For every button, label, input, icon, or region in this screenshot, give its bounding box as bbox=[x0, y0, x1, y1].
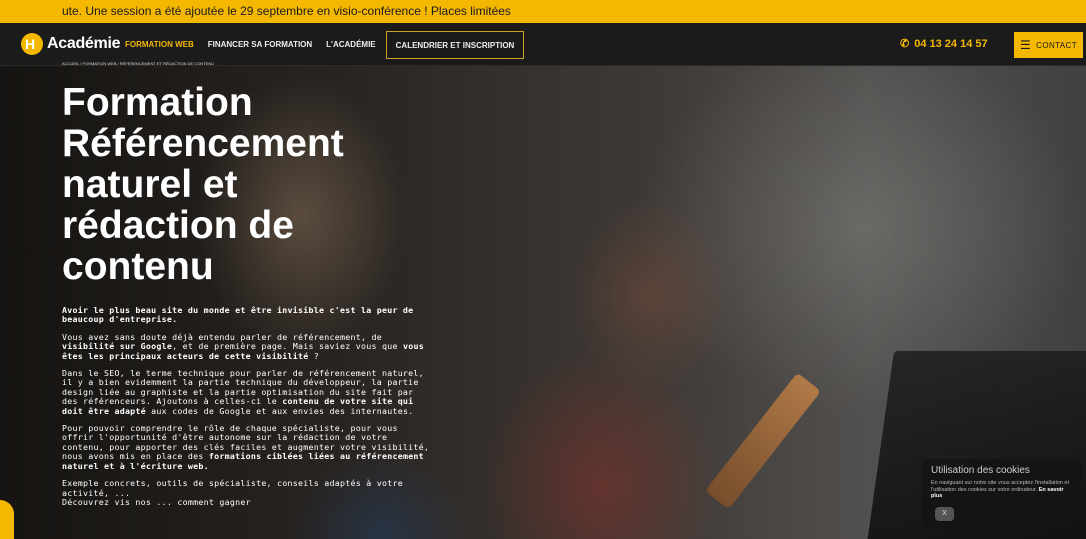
intro-paragraph-3: Dans le SEO, le terme technique pour par… bbox=[62, 368, 424, 416]
intro-paragraph-6: Découvrez vis nos ... comment gagner bbox=[62, 496, 251, 507]
hamburger-icon: ☰ bbox=[1019, 38, 1032, 52]
cookie-banner: Utilisation des cookies En naviguant sur… bbox=[922, 459, 1082, 529]
cookie-text: En naviguant sur notre site vous accepte… bbox=[931, 480, 1070, 499]
logo-text: Académie bbox=[47, 35, 121, 52]
breadcrumb[interactable]: ACCUEIL / FORMATION WEB / RÉFÉRENCEMENT … bbox=[62, 61, 214, 66]
intro-paragraph-4: Pour pouvoir comprendre le rôle de chaqu… bbox=[62, 423, 430, 471]
decorative-corner bbox=[0, 500, 14, 539]
menu-item-formation-web[interactable]: FORMATION WEB bbox=[118, 31, 201, 59]
phone-link[interactable]: ✆ 04 13 24 14 57 bbox=[900, 37, 988, 51]
intro-paragraph-1: Avoir le plus beau site du monde et être… bbox=[62, 305, 414, 325]
intro-text: Avoir le plus beau site du monde et être… bbox=[62, 305, 434, 515]
cookie-title: Utilisation des cookies bbox=[931, 465, 1030, 476]
main-navbar: H Académie FORMATION WEB FINANCER SA FOR… bbox=[0, 23, 1086, 66]
menu-item-academie[interactable]: L'ACADÉMIE bbox=[319, 31, 382, 59]
logo-icon: H bbox=[21, 33, 43, 55]
intro-paragraph-5: Exemple concrets, outils de spécialiste,… bbox=[62, 478, 403, 498]
contact-label: CONTACT bbox=[1036, 40, 1078, 50]
page-title: Formation Référencement naturel et rédac… bbox=[62, 81, 344, 288]
main-menu: FORMATION WEB FINANCER SA FORMATION L'AC… bbox=[118, 23, 525, 66]
menu-item-financer[interactable]: FINANCER SA FORMATION bbox=[201, 31, 319, 59]
cookie-close-button[interactable]: X bbox=[935, 507, 954, 521]
logo[interactable]: H Académie bbox=[21, 33, 121, 55]
contact-button[interactable]: ☰ CONTACT bbox=[1014, 32, 1083, 58]
menu-item-calendrier[interactable]: CALENDRIER ET INSCRIPTION bbox=[385, 30, 525, 59]
phone-number: 04 13 24 14 57 bbox=[914, 37, 988, 50]
intro-paragraph-2: Vous avez sans doute déjà entendu parler… bbox=[62, 331, 424, 361]
phone-icon: ✆ bbox=[900, 38, 910, 50]
announcement-ticker[interactable]: ute. Une session a été ajoutée le 29 sep… bbox=[0, 0, 1086, 23]
